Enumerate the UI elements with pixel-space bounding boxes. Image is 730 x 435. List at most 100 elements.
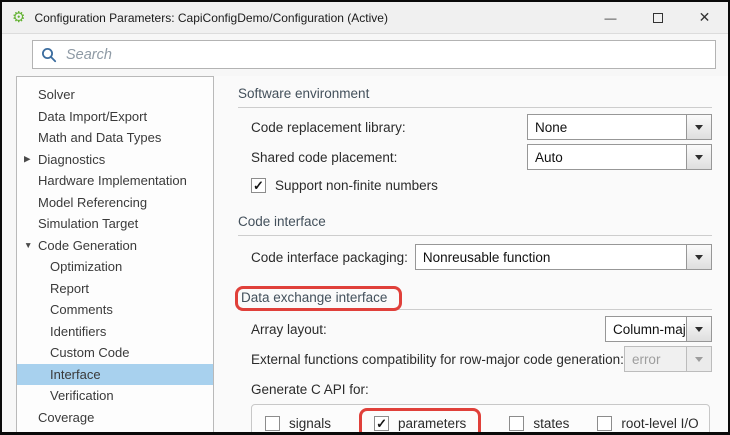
sidebar-item-code-generation[interactable]: ▼ Code Generation: [17, 235, 213, 257]
dropdown-value: Column-major: [606, 317, 686, 341]
shared-code-dropdown[interactable]: Auto: [527, 144, 712, 170]
configuration-gear-icon: ⚙: [12, 10, 25, 25]
sidebar-item-label: Code Generation: [38, 238, 137, 253]
sidebar-item-label: Diagnostics: [38, 152, 105, 167]
sidebar-item-label: Model Referencing: [38, 195, 147, 210]
root-level-i-o-checkbox[interactable]: [597, 416, 612, 431]
code-replacement-dropdown[interactable]: None: [527, 114, 712, 140]
main-panel: Software environment Code replacement li…: [214, 76, 728, 432]
sidebar-item-verification[interactable]: Verification: [17, 385, 213, 407]
sidebar-item-label: Data Import/Export: [38, 109, 147, 124]
sidebar-item-interface[interactable]: Interface: [17, 364, 213, 386]
dropdown-arrow-button[interactable]: [686, 245, 711, 269]
generate-capi-label-row: Generate C API for:: [238, 377, 712, 401]
array-layout-dropdown[interactable]: Column-major: [605, 316, 712, 342]
chevron-down-icon: [695, 255, 703, 260]
sidebar-item-diagnostics[interactable]: ▶ Diagnostics: [17, 149, 213, 171]
signals-checkbox[interactable]: [265, 416, 280, 431]
dropdown-value: error: [625, 347, 686, 371]
sidebar-item-math-and-data-types[interactable]: Math and Data Types: [17, 127, 213, 149]
dialog-body: Solver Data Import/Export Math and Data Ty…: [2, 76, 728, 432]
row-major-compatibility-row: External functions compatibility for row…: [238, 344, 712, 374]
capi-option-signals: signals: [265, 416, 331, 431]
array-layout-row: Array layout: Column-major: [238, 314, 712, 344]
checkbox-label: root-level I/O: [621, 416, 698, 431]
section-software-environment: Software environment: [238, 81, 712, 108]
sidebar-item-coverage[interactable]: Coverage: [17, 407, 213, 429]
dropdown-arrow-button: [686, 347, 711, 371]
states-checkbox[interactable]: [509, 416, 524, 431]
titlebar: ⚙ Configuration Parameters: CapiConfigDe…: [2, 2, 728, 34]
sidebar-item-label: Coverage: [38, 410, 94, 425]
window-controls: — ✕: [587, 2, 728, 33]
sidebar-item-identifiers[interactable]: Identifiers: [17, 321, 213, 343]
capi-option-states: states: [509, 416, 569, 431]
sidebar-item-label: Math and Data Types: [38, 130, 161, 145]
search-box[interactable]: [32, 40, 716, 69]
checkbox-label: parameters: [398, 416, 466, 431]
section-data-exchange: Data exchange interface: [238, 284, 712, 310]
chevron-down-icon: [695, 357, 703, 362]
row-major-compatibility-label: External functions compatibility for row…: [251, 352, 624, 367]
generate-capi-group: signals parameters states root-level I/O: [251, 404, 710, 432]
chevron-expanded-icon[interactable]: ▼: [24, 240, 32, 250]
capi-option-parameters: parameters: [359, 408, 481, 432]
sidebar-item-label: Custom Code: [50, 345, 129, 360]
chevron-down-icon: [695, 155, 703, 160]
section-title: Code interface: [238, 209, 712, 235]
sidebar-item-data-import-export[interactable]: Data Import/Export: [17, 106, 213, 128]
section-title: Software environment: [238, 81, 712, 107]
dropdown-value: Nonreusable function: [416, 245, 686, 269]
sidebar-item-label: Comments: [50, 302, 113, 317]
sidebar-item-report[interactable]: Report: [17, 278, 213, 300]
sidebar-item-optimization[interactable]: Optimization: [17, 256, 213, 278]
sidebar-item-label: Hardware Implementation: [38, 173, 187, 188]
support-non-finite-checkbox[interactable]: [251, 178, 266, 193]
sidebar-item-hardware-implementation[interactable]: Hardware Implementation: [17, 170, 213, 192]
shared-code-label: Shared code placement:: [251, 150, 397, 165]
close-icon: ✕: [699, 9, 711, 26]
search-icon: [41, 47, 57, 63]
window-title: Configuration Parameters: CapiConfigDemo…: [34, 11, 388, 25]
code-interface-packaging-row: Code interface packaging: Nonreusable fu…: [238, 240, 712, 274]
parameters-checkbox[interactable]: [374, 416, 389, 431]
sidebar-item-simulation-target[interactable]: Simulation Target: [17, 213, 213, 235]
chevron-collapsed-icon[interactable]: ▶: [24, 154, 31, 165]
search-area: [2, 34, 728, 76]
sidebar-item-solver[interactable]: Solver: [17, 84, 213, 106]
dropdown-arrow-button[interactable]: [686, 145, 711, 169]
dropdown-arrow-button[interactable]: [686, 115, 711, 139]
sidebar-item-hdl-code-generation[interactable]: ▶HDL Code Generation: [17, 428, 213, 432]
code-interface-packaging-dropdown[interactable]: Nonreusable function: [415, 244, 712, 270]
sidebar-item-label: Solver: [38, 87, 75, 102]
configuration-parameters-window: ⚙ Configuration Parameters: CapiConfigDe…: [0, 0, 730, 435]
section-code-interface: Code interface: [238, 209, 712, 236]
dropdown-arrow-button[interactable]: [686, 317, 711, 341]
sidebar-item-label: Identifiers: [50, 324, 106, 339]
data-exchange-annotation: Data exchange interface: [235, 286, 402, 311]
maximize-icon: [653, 13, 663, 23]
chevron-down-icon: [695, 125, 703, 130]
maximize-button[interactable]: [634, 2, 681, 33]
sidebar-item-model-referencing[interactable]: Model Referencing: [17, 192, 213, 214]
search-input[interactable]: [64, 46, 707, 64]
close-button[interactable]: ✕: [681, 2, 728, 33]
code-replacement-row: Code replacement library: None: [238, 112, 712, 142]
minimize-icon: —: [605, 11, 617, 25]
checkbox-label: signals: [289, 416, 331, 431]
checkbox-label: states: [533, 416, 569, 431]
sidebar-tree: Solver Data Import/Export Math and Data Ty…: [16, 76, 214, 432]
minimize-button[interactable]: —: [587, 2, 634, 33]
section-title: Data exchange interface: [241, 290, 387, 305]
sidebar-item-label: Report: [50, 281, 89, 296]
shared-code-row: Shared code placement: Auto: [238, 142, 712, 172]
sidebar-item-custom-code[interactable]: Custom Code: [17, 342, 213, 364]
capi-option-root-level-i-o: root-level I/O: [597, 416, 698, 431]
sidebar-item-label: Simulation Target: [38, 216, 138, 231]
support-non-finite-row: Support non-finite numbers: [238, 172, 712, 199]
row-major-compatibility-dropdown: error: [624, 346, 712, 372]
chevron-down-icon: [695, 327, 703, 332]
dropdown-value: None: [528, 115, 686, 139]
sidebar-item-comments[interactable]: Comments: [17, 299, 213, 321]
code-replacement-label: Code replacement library:: [251, 120, 406, 135]
